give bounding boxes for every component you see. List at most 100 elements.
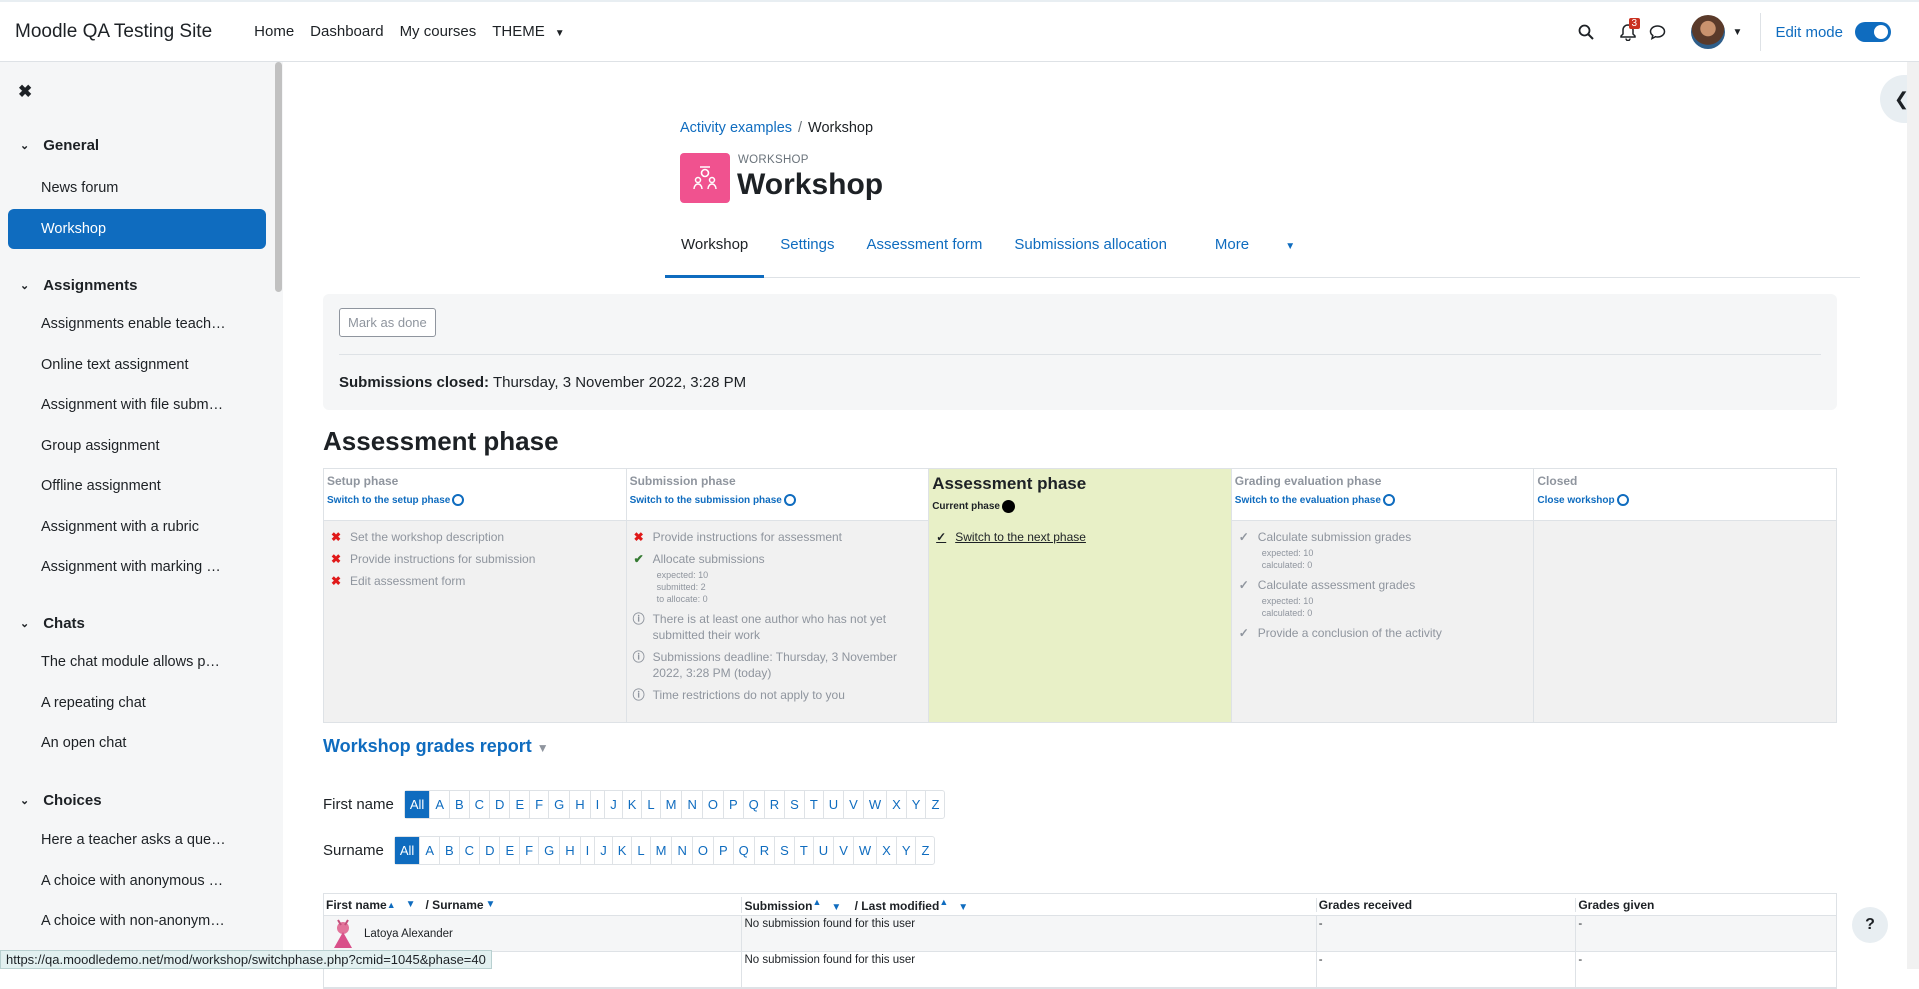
- sidebar-item-workshop[interactable]: Workshop: [8, 209, 266, 249]
- user-avatar[interactable]: [1690, 15, 1725, 49]
- close-workshop-link[interactable]: Close workshop: [1537, 494, 1833, 506]
- firstname-initial-h-button[interactable]: H: [570, 791, 591, 818]
- section-choices[interactable]: ⌄ Choices: [20, 792, 102, 809]
- surname-initial-x-button[interactable]: X: [877, 837, 897, 864]
- sort-desc-icon[interactable]: ▼: [831, 902, 841, 913]
- switch-phase-link[interactable]: Switch to the setup phase: [327, 494, 623, 506]
- sidebar-item[interactable]: A choice with anonymous …: [41, 873, 236, 889]
- nav-theme[interactable]: THEME ▼: [484, 23, 580, 40]
- firstname-initial-v-button[interactable]: V: [844, 791, 864, 818]
- user-menu-chevron-icon[interactable]: ▼: [1733, 27, 1743, 38]
- surname-initial-all-button[interactable]: All: [394, 837, 421, 864]
- firstname-initial-t-button[interactable]: T: [805, 791, 824, 818]
- participant-name[interactable]: Latoya Alexander: [364, 928, 453, 940]
- section-assignments[interactable]: ⌄ Assignments: [20, 277, 137, 294]
- firstname-initial-w-button[interactable]: W: [864, 791, 888, 818]
- surname-initial-c-button[interactable]: C: [460, 837, 481, 864]
- surname-initial-i-button[interactable]: I: [581, 837, 596, 864]
- firstname-initial-f-button[interactable]: F: [530, 791, 550, 818]
- section-general[interactable]: ⌄ General: [20, 137, 99, 154]
- sidebar-item[interactable]: An open chat: [41, 735, 236, 751]
- sort-desc-icon[interactable]: ▼: [958, 902, 968, 913]
- surname-initial-p-button[interactable]: P: [714, 837, 734, 864]
- messages-icon[interactable]: [1643, 24, 1673, 40]
- sidebar-item[interactable]: Online text assignment: [41, 357, 236, 373]
- help-question-icon[interactable]: ?: [1852, 907, 1888, 943]
- sidebar-item[interactable]: Group assignment: [41, 438, 236, 454]
- sidebar-item[interactable]: A repeating chat: [41, 695, 236, 711]
- surname-initial-j-button[interactable]: J: [595, 837, 613, 864]
- surname-initial-h-button[interactable]: H: [560, 837, 581, 864]
- firstname-initial-m-button[interactable]: M: [661, 791, 683, 818]
- sidebar-item[interactable]: A choice with non-anonym…: [41, 913, 236, 929]
- surname-initial-k-button[interactable]: K: [613, 837, 633, 864]
- tab-submissions-allocation[interactable]: Submissions allocation: [998, 228, 1183, 278]
- surname-initial-f-button[interactable]: F: [520, 837, 540, 864]
- firstname-initial-s-button[interactable]: S: [785, 791, 805, 818]
- sort-desc-icon[interactable]: ▼: [486, 899, 496, 910]
- sidebar-item-news-forum[interactable]: News forum: [41, 180, 236, 196]
- notifications-bell-icon[interactable]: 3: [1613, 17, 1643, 41]
- surname-initial-y-button[interactable]: Y: [897, 837, 917, 864]
- firstname-initial-k-button[interactable]: K: [623, 791, 643, 818]
- close-drawer-icon[interactable]: ✖: [18, 82, 32, 102]
- firstname-initial-c-button[interactable]: C: [470, 791, 491, 818]
- surname-initial-a-button[interactable]: A: [420, 837, 440, 864]
- surname-initial-n-button[interactable]: N: [672, 837, 693, 864]
- nav-home[interactable]: Home: [246, 23, 302, 40]
- firstname-initial-j-button[interactable]: J: [605, 791, 623, 818]
- sort-surname[interactable]: / Surname: [426, 898, 484, 912]
- surname-initial-d-button[interactable]: D: [480, 837, 501, 864]
- firstname-initial-all-button[interactable]: All: [404, 791, 431, 818]
- firstname-initial-u-button[interactable]: U: [824, 791, 845, 818]
- sidebar-item[interactable]: Offline assignment: [41, 478, 236, 494]
- sort-last-modified[interactable]: / Last modified: [855, 899, 940, 913]
- firstname-initial-e-button[interactable]: E: [510, 791, 531, 818]
- surname-initial-e-button[interactable]: E: [500, 837, 521, 864]
- firstname-initial-z-button[interactable]: Z: [926, 791, 944, 818]
- breadcrumb-link[interactable]: Activity examples: [680, 120, 792, 136]
- surname-initial-o-button[interactable]: O: [693, 837, 714, 864]
- firstname-initial-y-button[interactable]: Y: [907, 791, 927, 818]
- surname-initial-l-button[interactable]: L: [632, 837, 651, 864]
- firstname-initial-a-button[interactable]: A: [430, 791, 450, 818]
- section-chats[interactable]: ⌄ Chats: [20, 615, 85, 632]
- firstname-initial-d-button[interactable]: D: [490, 791, 511, 818]
- surname-initial-r-button[interactable]: R: [755, 837, 776, 864]
- sidebar-item[interactable]: The chat module allows p…: [41, 654, 236, 670]
- edit-mode-toggle[interactable]: [1855, 22, 1891, 42]
- switch-phase-link[interactable]: Switch to the submission phase: [630, 494, 926, 506]
- sidebar-item[interactable]: Assignment with marking …: [41, 559, 236, 575]
- firstname-initial-g-button[interactable]: G: [549, 791, 571, 818]
- firstname-initial-i-button[interactable]: I: [591, 791, 606, 818]
- surname-initial-w-button[interactable]: W: [854, 837, 878, 864]
- surname-initial-t-button[interactable]: T: [795, 837, 814, 864]
- firstname-initial-r-button[interactable]: R: [765, 791, 786, 818]
- sort-first-name[interactable]: First name: [326, 898, 387, 912]
- firstname-initial-b-button[interactable]: B: [450, 791, 470, 818]
- mark-as-done-button[interactable]: Mark as done: [339, 308, 436, 337]
- page-scrollbar[interactable]: [1907, 62, 1919, 969]
- surname-initial-z-button[interactable]: Z: [916, 837, 934, 864]
- sort-desc-icon[interactable]: ▼: [406, 899, 416, 910]
- grades-report-heading[interactable]: Workshop grades report ▼: [323, 736, 549, 757]
- switch-next-phase-link[interactable]: ✓ Switch to the next phase: [933, 529, 1227, 545]
- user-avatar-icon[interactable]: [326, 917, 360, 951]
- site-name[interactable]: Moodle QA Testing Site: [15, 21, 212, 43]
- tab-settings[interactable]: Settings: [764, 228, 850, 278]
- firstname-initial-p-button[interactable]: P: [724, 791, 744, 818]
- switch-phase-link[interactable]: Switch to the evaluation phase: [1235, 494, 1531, 506]
- sidebar-item[interactable]: Assignment with file subm…: [41, 397, 236, 413]
- surname-initial-u-button[interactable]: U: [814, 837, 835, 864]
- sidebar-item[interactable]: Assignment with a rubric: [41, 519, 236, 535]
- nav-dashboard[interactable]: Dashboard: [302, 23, 391, 40]
- surname-initial-q-button[interactable]: Q: [734, 837, 755, 864]
- tab-workshop[interactable]: Workshop: [665, 228, 765, 278]
- firstname-initial-q-button[interactable]: Q: [744, 791, 765, 818]
- firstname-initial-n-button[interactable]: N: [682, 791, 703, 818]
- surname-initial-s-button[interactable]: S: [775, 837, 795, 864]
- surname-initial-m-button[interactable]: M: [651, 837, 673, 864]
- search-icon[interactable]: [1571, 24, 1601, 40]
- sidebar-item[interactable]: Assignments enable teach…: [41, 316, 236, 332]
- tab-assessment-form[interactable]: Assessment form: [850, 228, 998, 278]
